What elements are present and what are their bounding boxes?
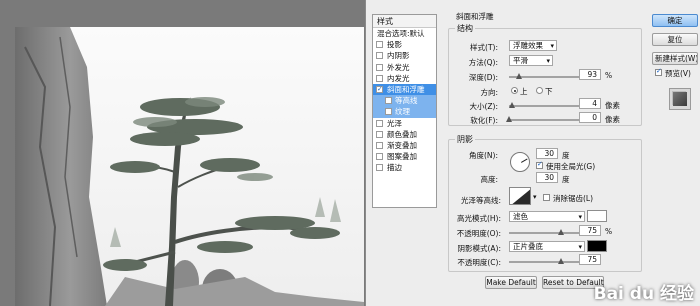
ok-button[interactable]: 确定	[652, 14, 698, 27]
style-item-pattern-overlay[interactable]: 图案叠加	[373, 151, 436, 162]
highlight-opacity-slider[interactable]	[509, 229, 579, 235]
shadow-opacity-slider[interactable]	[509, 258, 579, 264]
altitude-input[interactable]: 30	[536, 172, 558, 183]
baidu-watermark: Bai du 经验	[593, 284, 694, 304]
bevel-section-title: 斜面和浮雕	[456, 12, 494, 21]
document-canvas-area[interactable]	[0, 0, 370, 306]
gloss-contour-label: 光泽等高线:	[460, 196, 501, 205]
checkbox[interactable]	[376, 74, 383, 82]
anti-alias-label[interactable]: 消除锯齿(L)	[553, 193, 593, 204]
slider-thumb[interactable]	[558, 229, 564, 235]
direction-up-radio[interactable]	[511, 87, 518, 94]
preview-checkbox[interactable]	[655, 67, 662, 76]
style-item-inner-glow[interactable]: 内发光	[373, 73, 436, 84]
checkbox[interactable]	[376, 84, 383, 95]
checkbox[interactable]	[376, 52, 383, 60]
style-item-color-overlay[interactable]: 颜色叠加	[373, 129, 436, 140]
altitude-label: 高度:	[480, 175, 498, 184]
checkbox[interactable]	[376, 119, 383, 127]
technique-select[interactable]: 平滑	[509, 55, 553, 66]
anti-alias-checkbox[interactable]	[543, 194, 550, 201]
soften-label: 软化(F):	[470, 116, 498, 125]
size-unit: 像素	[605, 101, 620, 110]
checkbox[interactable]	[376, 141, 383, 149]
checkbox[interactable]	[376, 130, 383, 138]
global-light-label[interactable]: 使用全局光(G)	[546, 161, 595, 172]
technique-label: 方法(Q):	[468, 58, 498, 67]
depth-input[interactable]: 93	[579, 69, 601, 80]
depth-unit: %	[605, 71, 613, 80]
checkbox[interactable]	[385, 97, 392, 105]
gloss-contour-picker[interactable]	[509, 187, 531, 205]
style-item-outer-glow[interactable]: 外发光	[373, 62, 436, 73]
checkbox[interactable]	[376, 41, 383, 49]
slider-thumb[interactable]	[506, 116, 512, 122]
contour-dropdown-icon[interactable]: ▾	[533, 193, 537, 201]
style-item-bevel-emboss[interactable]: 斜面和浮雕	[373, 83, 436, 96]
style-label: 样式(T):	[470, 43, 498, 52]
angle-label: 角度(N):	[469, 151, 498, 160]
style-preview-thumbnail	[669, 88, 691, 110]
slider-thumb[interactable]	[516, 73, 522, 79]
shadow-color-swatch[interactable]	[587, 240, 607, 252]
direction-up-label[interactable]: 上	[520, 86, 528, 97]
shadow-opacity-input[interactable]: 75	[579, 254, 601, 265]
checkbox[interactable]	[385, 108, 392, 116]
angle-dial[interactable]	[510, 152, 530, 172]
style-select[interactable]: 浮雕效果	[509, 40, 557, 51]
angle-input[interactable]: 30	[536, 148, 558, 159]
direction-down-radio[interactable]	[536, 87, 543, 94]
layer-style-dialog: 样式 混合选项:默认 投影 内阴影 外发光 内发光 斜面和浮雕 等高线 纹理 光…	[365, 0, 700, 306]
blend-options-item[interactable]: 混合选项:默认	[373, 28, 436, 39]
highlight-mode-select[interactable]: 滤色	[509, 211, 585, 222]
style-item-texture[interactable]: 纹理	[373, 106, 436, 118]
highlight-mode-label: 高光模式(H):	[456, 214, 501, 223]
shadow-opacity-label: 不透明度(C):	[457, 258, 501, 267]
depth-label: 深度(D):	[468, 73, 498, 82]
direction-down-label[interactable]: 下	[545, 86, 553, 97]
style-item-satin[interactable]: 光泽	[373, 118, 436, 129]
shadow-mode-label: 阴影模式(A):	[457, 244, 501, 253]
highlight-color-swatch[interactable]	[587, 210, 607, 222]
style-item-stroke[interactable]: 描边	[373, 162, 436, 173]
style-item-inner-shadow[interactable]: 内阴影	[373, 50, 436, 61]
photo-document[interactable]	[15, 27, 364, 306]
size-input[interactable]: 4	[579, 98, 601, 109]
style-item-gradient-overlay[interactable]: 渐变叠加	[373, 140, 436, 151]
checkbox[interactable]	[376, 63, 383, 71]
shadow-mode-select[interactable]: 正片叠底	[509, 241, 585, 252]
highlight-opacity-unit: %	[605, 227, 613, 236]
contour-curve-icon	[512, 189, 530, 204]
structure-group-title: 结构	[455, 23, 475, 34]
global-light-checkbox[interactable]	[536, 160, 543, 169]
checkbox[interactable]	[376, 164, 383, 172]
styles-list: 样式 混合选项:默认 投影 内阴影 外发光 内发光 斜面和浮雕 等高线 纹理 光…	[372, 14, 437, 208]
highlight-opacity-label: 不透明度(O):	[456, 229, 501, 238]
make-default-button[interactable]: Make Default	[485, 276, 537, 289]
styles-header[interactable]: 样式	[373, 15, 436, 28]
size-label: 大小(Z):	[469, 102, 498, 111]
highlight-opacity-input[interactable]: 75	[579, 225, 601, 236]
checkbox[interactable]	[376, 153, 383, 161]
preview-label[interactable]: 预览(V)	[665, 68, 691, 79]
soften-unit: 像素	[605, 115, 620, 124]
new-style-button[interactable]: 新建样式(W)...	[652, 52, 698, 65]
slider-thumb[interactable]	[558, 258, 564, 264]
pine-tree-photo	[15, 27, 364, 306]
angle-unit: 度	[562, 151, 570, 160]
slider-thumb[interactable]	[509, 102, 515, 108]
reset-button[interactable]: 复位	[652, 33, 698, 46]
direction-label: 方向:	[480, 88, 498, 97]
soften-input[interactable]: 0	[579, 112, 601, 123]
altitude-unit: 度	[562, 175, 570, 184]
style-item-drop-shadow[interactable]: 投影	[373, 39, 436, 50]
style-item-contour[interactable]: 等高线	[373, 95, 436, 107]
shading-group-title: 阴影	[455, 134, 475, 145]
